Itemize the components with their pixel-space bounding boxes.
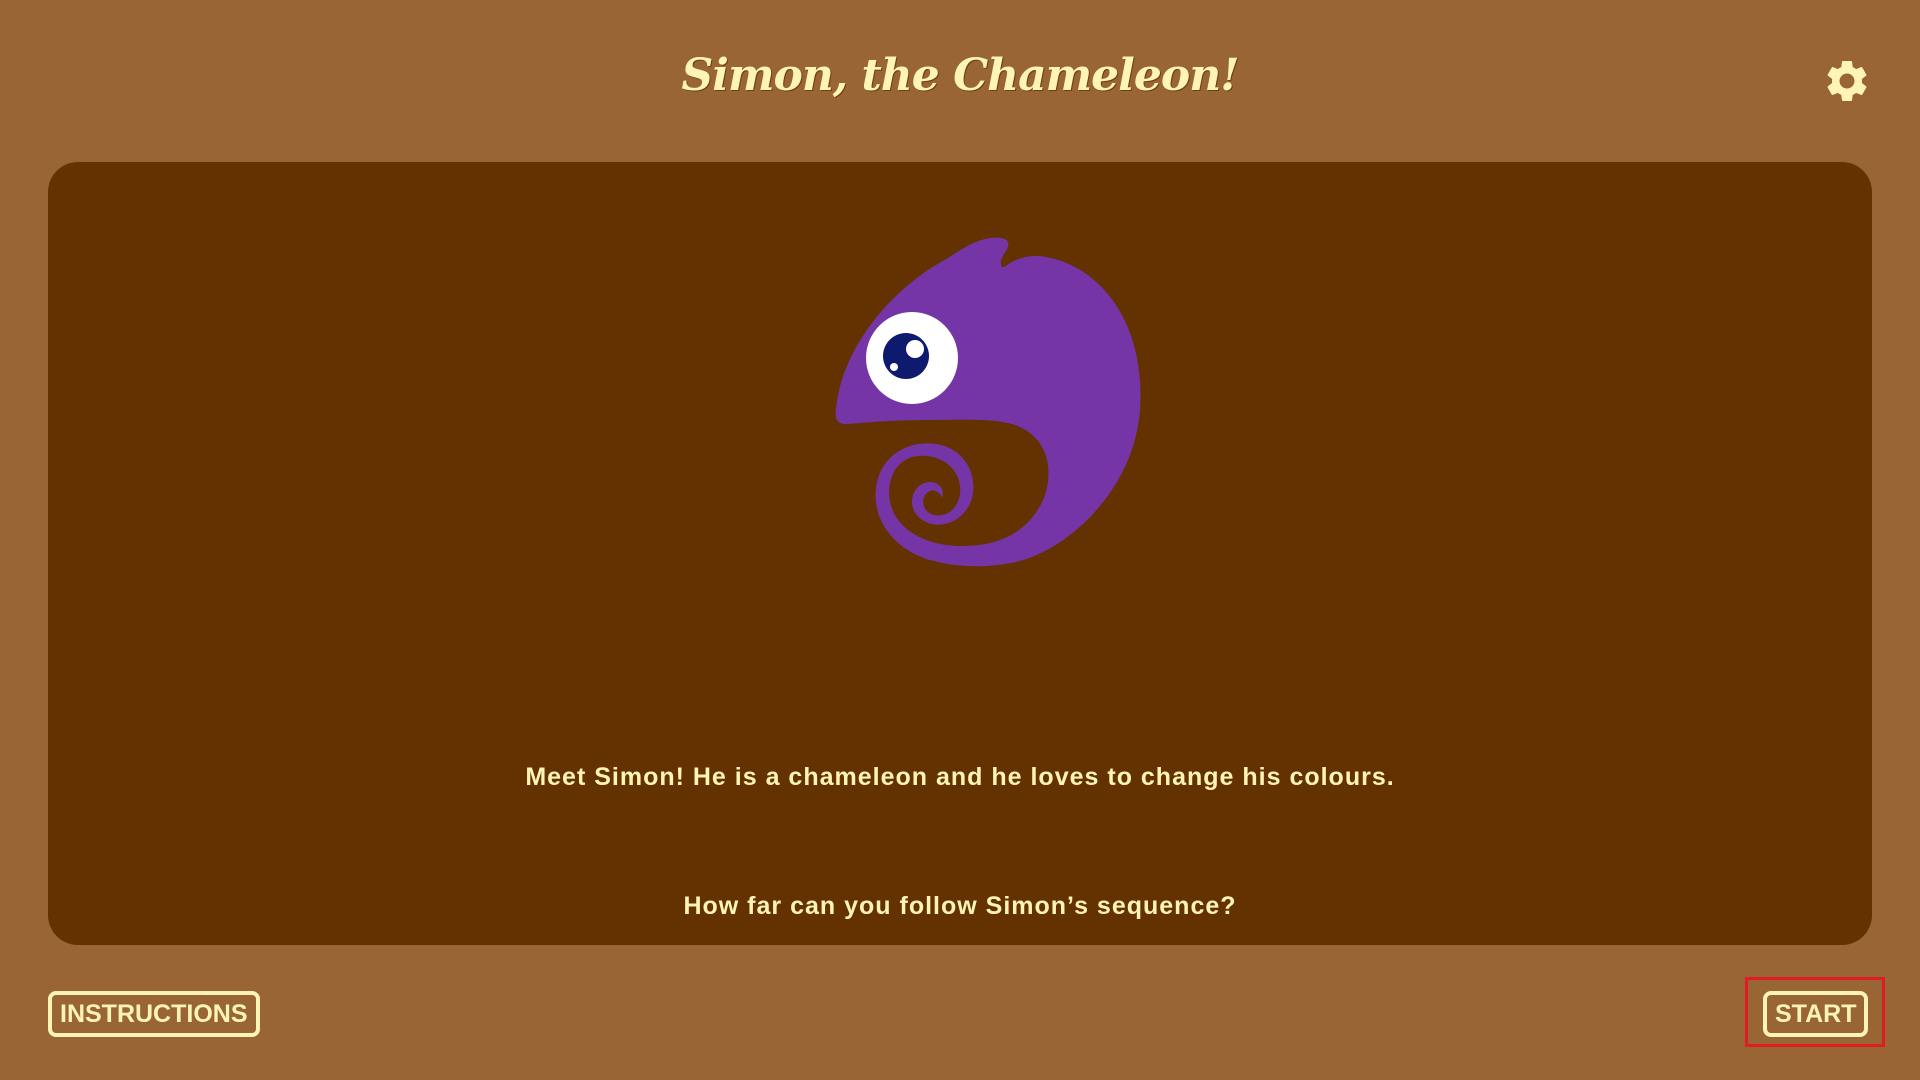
game-stage: Meet Simon! He is a chameleon and he lov… xyxy=(48,162,1872,945)
gear-icon[interactable] xyxy=(1822,56,1872,106)
intro-text: Meet Simon! He is a chameleon and he lov… xyxy=(525,763,1395,791)
instructions-button[interactable]: INSTRUCTIONS xyxy=(48,991,260,1037)
game-screen: Simon, the Chameleon! Meet Simon! He is … xyxy=(0,0,1920,1080)
question-text: How far can you follow Simon’s sequence? xyxy=(683,892,1237,920)
chameleon-icon xyxy=(835,237,1141,567)
game-title: Simon, the Chameleon! xyxy=(681,50,1239,101)
start-button[interactable]: START xyxy=(1763,991,1869,1037)
